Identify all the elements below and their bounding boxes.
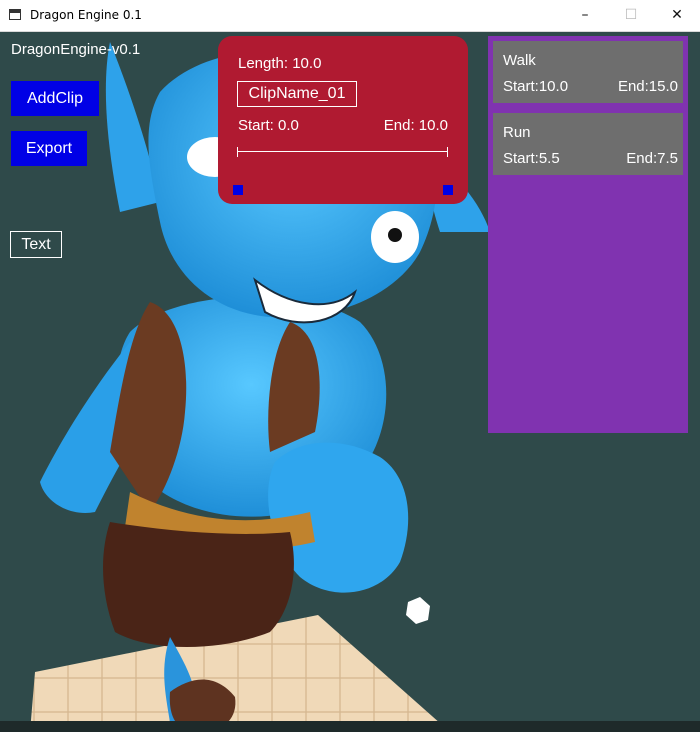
add-clip-button[interactable]: AddClip [11, 81, 99, 116]
maximize-button[interactable]: ☐ [608, 0, 654, 31]
clip-end-label: End: 10.0 [383, 117, 448, 134]
animation-start: Start:10.0 [503, 78, 569, 95]
window-titlebar: Dragon Engine 0.1 – ☐ ✕ [0, 0, 700, 32]
engine-version-label: DragonEngine-v0.1 [11, 41, 141, 58]
animation-start: Start:5.5 [503, 150, 560, 167]
slider-track [237, 151, 448, 152]
export-button[interactable]: Export [11, 131, 87, 166]
character-right-pupil [388, 228, 402, 242]
app-window-icon [9, 9, 21, 20]
slider-end-cap [447, 147, 448, 157]
minimize-button[interactable]: – [562, 0, 608, 31]
animation-item-walk[interactable]: Walk Start:10.0 End:15.0 [493, 41, 683, 103]
character-shorts [103, 522, 294, 647]
animation-list-panel: Walk Start:10.0 End:15.0 Run Start:5.5 E… [488, 36, 688, 433]
close-button[interactable]: ✕ [654, 0, 700, 31]
animation-item-run[interactable]: Run Start:5.5 End:7.5 [493, 113, 683, 175]
clip-length-label: Length: 10.0 [238, 55, 322, 72]
clip-name-field[interactable]: ClipName_01 [237, 81, 357, 107]
clip-start-handle[interactable] [233, 185, 243, 195]
white-cube [406, 597, 430, 624]
bottom-strip [0, 721, 700, 732]
clip-editor-panel: Length: 10.0 ClipName_01 Start: 0.0 End:… [218, 36, 468, 204]
text-label-box[interactable]: Text [10, 231, 62, 258]
window-title: Dragon Engine 0.1 [30, 8, 142, 22]
render-viewport[interactable]: DragonEngine-v0.1 AddClip Export Text Le… [0, 32, 700, 732]
clip-range-slider[interactable] [237, 147, 448, 157]
animation-end: End:15.0 [617, 78, 678, 95]
animation-end: End:7.5 [626, 150, 678, 167]
clip-start-label: Start: 0.0 [238, 117, 299, 134]
clip-end-handle[interactable] [443, 185, 453, 195]
animation-name: Walk [503, 52, 536, 69]
slider-start-cap [237, 147, 238, 157]
animation-name: Run [503, 124, 531, 141]
